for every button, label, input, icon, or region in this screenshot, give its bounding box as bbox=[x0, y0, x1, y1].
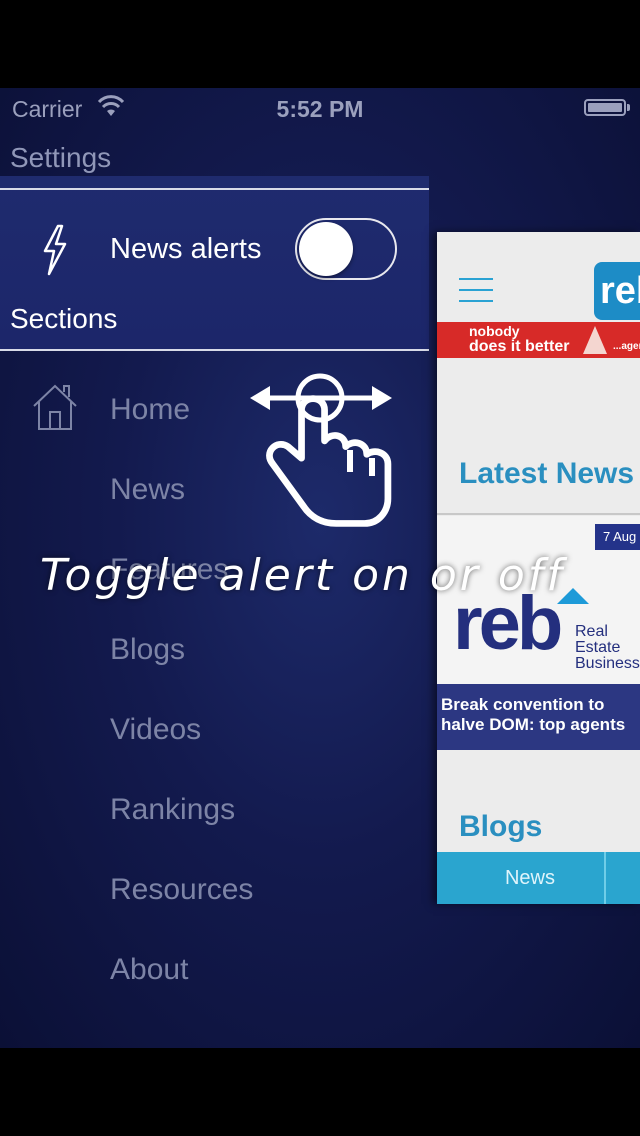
section-divider bbox=[437, 513, 640, 515]
house-icon bbox=[33, 384, 77, 430]
menu-item-videos[interactable]: Videos bbox=[110, 713, 201, 747]
ad-line-2: does it better bbox=[469, 338, 570, 355]
menu-item-resources[interactable]: Resources bbox=[110, 873, 253, 907]
sections-label: Sections bbox=[10, 303, 118, 334]
battery-icon bbox=[584, 99, 626, 116]
bottom-tab-bar: News bbox=[437, 852, 640, 904]
ad-tail: ...agent bbox=[613, 341, 640, 352]
app-screen: Carrier 5:52 PM Settings News alerts Sec… bbox=[0, 88, 640, 1048]
menu-item-blogs[interactable]: Blogs bbox=[110, 633, 185, 667]
news-alerts-label: News alerts bbox=[110, 233, 262, 265]
tab-separator bbox=[604, 852, 606, 904]
toggle-hint-text: Toggle alert on or off bbox=[40, 550, 565, 601]
ad-banner[interactable]: nobody does it better ...agent bbox=[437, 322, 640, 358]
blogs-heading: Blogs bbox=[459, 810, 543, 843]
lightning-bolt-icon bbox=[43, 224, 67, 276]
panel-bottom-divider bbox=[0, 349, 429, 351]
menu-item-rankings[interactable]: Rankings bbox=[110, 793, 235, 827]
tab-news[interactable]: News bbox=[437, 852, 623, 904]
date-badge: 7 Aug bbox=[595, 524, 640, 550]
panel-top-divider bbox=[0, 188, 429, 190]
hand-swipe-gesture-icon bbox=[250, 373, 392, 527]
card-logo-subtitle: Real Estate Business bbox=[575, 623, 640, 672]
news-headline[interactable]: Break convention to halve DOM: top agent… bbox=[441, 695, 640, 735]
toggle-knob bbox=[299, 222, 353, 276]
settings-title: Settings bbox=[10, 142, 112, 173]
ad-graphic bbox=[583, 326, 607, 354]
reb-logo: reb bbox=[594, 262, 640, 320]
news-alerts-toggle[interactable] bbox=[295, 218, 397, 280]
battery-tip bbox=[627, 104, 630, 111]
menu-item-news[interactable]: News bbox=[110, 473, 185, 507]
clock: 5:52 PM bbox=[276, 96, 364, 122]
ad-line-1: nobody bbox=[469, 323, 520, 339]
status-bar: Carrier 5:52 PM bbox=[0, 88, 640, 128]
hamburger-menu-icon[interactable] bbox=[459, 278, 493, 302]
latest-news-heading: Latest News bbox=[459, 457, 635, 490]
menu-item-about[interactable]: About bbox=[110, 953, 188, 987]
menu-item-home[interactable]: Home bbox=[110, 393, 190, 427]
